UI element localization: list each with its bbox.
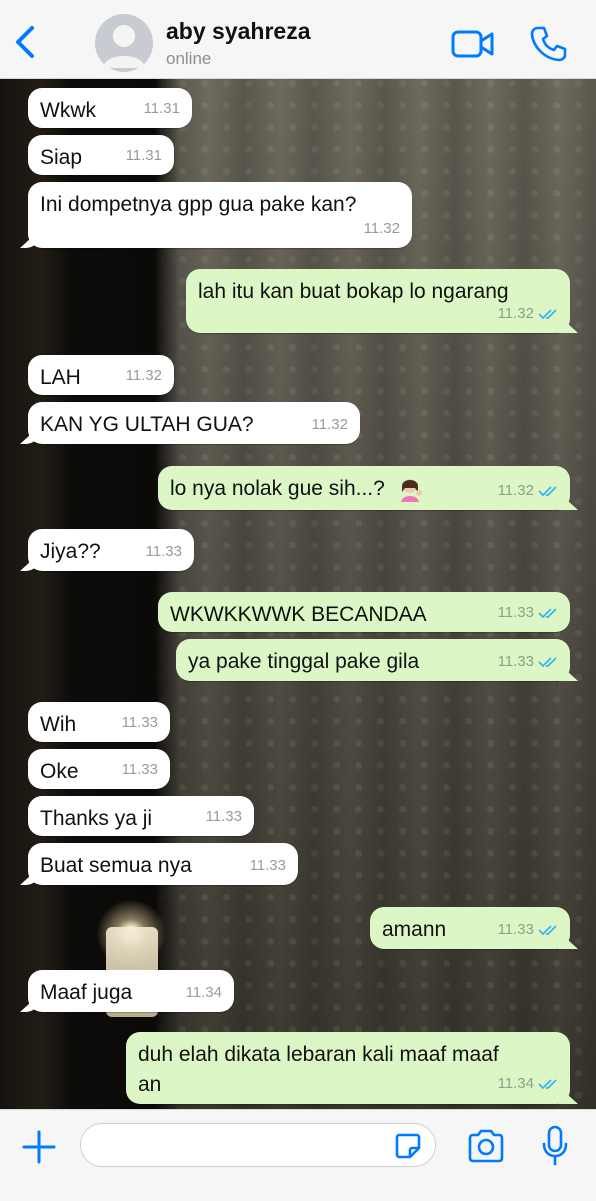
- message-text: Wkwk: [40, 99, 96, 122]
- woman-tipping-hand-emoji-icon: [400, 479, 422, 503]
- sticker-button[interactable]: [394, 1132, 422, 1160]
- message-time: 11.34: [497, 1075, 534, 1092]
- message-bubble-incoming[interactable]: LAH 11.32: [28, 355, 174, 395]
- message-time: 11.32: [497, 482, 534, 499]
- sticker-icon: [395, 1133, 421, 1159]
- avatar[interactable]: [95, 14, 153, 72]
- message-bubble-outgoing[interactable]: duh elah dikata lebaran kali maaf maaf a…: [126, 1032, 570, 1104]
- message-time: 11.33: [145, 543, 182, 560]
- message-bubble-incoming[interactable]: Thanks ya ji 11.33: [28, 796, 254, 836]
- message-bubble-incoming[interactable]: Wih 11.33: [28, 702, 170, 742]
- contact-status: online: [166, 49, 212, 68]
- message-text: ya pake tinggal pake gila: [188, 650, 420, 673]
- message-text: Wih: [40, 713, 77, 736]
- contact-name[interactable]: aby syahreza: [166, 18, 310, 45]
- message-text: Thanks ya ji: [40, 807, 153, 830]
- message-time: 11.32: [363, 220, 400, 237]
- message-time: 11.33: [249, 857, 286, 874]
- message-time: 11.33: [497, 653, 534, 670]
- chat-background: Wkwk 11.31 Siap 11.31 Ini dompetnya gpp …: [0, 79, 596, 1109]
- chevron-left-icon: [16, 26, 34, 58]
- microphone-button[interactable]: [540, 1124, 570, 1168]
- message-text: duh elah dikata lebaran kali maaf maaf a…: [138, 1043, 499, 1096]
- attach-button[interactable]: [20, 1128, 58, 1166]
- camera-button[interactable]: [466, 1128, 506, 1164]
- message-time: 11.32: [311, 416, 348, 433]
- plus-icon: [22, 1130, 56, 1164]
- message-time: 11.34: [185, 984, 222, 1001]
- message-bubble-incoming[interactable]: Jiya?? 11.33: [28, 529, 194, 571]
- message-input[interactable]: [80, 1123, 436, 1167]
- message-text: Siap: [40, 146, 83, 169]
- message-text: KAN YG ULTAH GUA?: [40, 413, 254, 436]
- message-bubble-outgoing[interactable]: WKWKKWWK BECANDAA 11.33: [158, 592, 570, 632]
- video-camera-icon: [451, 30, 494, 58]
- message-time: 11.33: [497, 604, 534, 621]
- default-avatar-icon: [103, 25, 145, 68]
- message-time: 11.33: [121, 714, 158, 731]
- read-ticks-icon: [538, 607, 557, 618]
- message-text: Oke: [40, 760, 79, 783]
- message-text: lo nya nolak gue sih...?: [170, 477, 385, 500]
- voice-call-button[interactable]: [528, 24, 568, 64]
- message-time: 11.33: [205, 808, 242, 825]
- message-bubble-incoming[interactable]: Ini dompetnya gpp gua pake kan? 11.32: [28, 182, 412, 248]
- read-ticks-icon: [538, 924, 557, 935]
- message-bubble-incoming[interactable]: Buat semua nya 11.33: [28, 843, 298, 885]
- message-bubble-incoming[interactable]: Oke 11.33: [28, 749, 170, 789]
- message-bubble-outgoing[interactable]: lo nya nolak gue sih...? 11.32: [158, 466, 570, 510]
- phone-icon: [530, 26, 567, 62]
- message-text: Jiya??: [40, 540, 101, 563]
- video-call-button[interactable]: [450, 26, 496, 62]
- read-ticks-icon: [538, 308, 557, 319]
- camera-icon: [468, 1129, 504, 1163]
- message-bubble-outgoing[interactable]: ya pake tinggal pake gila 11.33: [176, 639, 570, 681]
- back-button[interactable]: [8, 20, 44, 64]
- message-bubble-outgoing[interactable]: amann 11.33: [370, 907, 570, 949]
- read-ticks-icon: [538, 656, 557, 667]
- message-bubble-incoming[interactable]: Wkwk 11.31: [28, 88, 192, 128]
- message-text: Maaf juga: [40, 981, 133, 1004]
- message-time: 11.31: [143, 100, 180, 117]
- message-text: Buat semua nya: [40, 854, 192, 877]
- message-text: Ini dompetnya gpp gua pake kan?: [40, 193, 357, 216]
- message-bubble-incoming[interactable]: Maaf juga 11.34: [28, 970, 234, 1012]
- message-text: lah itu kan buat bokap lo ngarang: [198, 280, 509, 303]
- message-bubble-incoming[interactable]: KAN YG ULTAH GUA? 11.32: [28, 402, 360, 444]
- message-time: 11.33: [121, 761, 158, 778]
- message-time: 11.32: [125, 367, 162, 384]
- message-time: 11.32: [497, 305, 534, 322]
- message-text: LAH: [40, 366, 81, 389]
- read-ticks-icon: [538, 1079, 557, 1090]
- microphone-icon: [542, 1125, 568, 1166]
- read-ticks-icon: [538, 485, 557, 496]
- chat-header: aby syahreza online: [0, 0, 596, 79]
- message-time: 11.31: [125, 147, 162, 164]
- message-bubble-outgoing[interactable]: lah itu kan buat bokap lo ngarang 11.32: [186, 269, 570, 333]
- message-text: amann: [382, 918, 447, 941]
- message-bubble-incoming[interactable]: Siap 11.31: [28, 135, 174, 175]
- message-input-bar: [0, 1109, 596, 1201]
- message-text: WKWKKWWK BECANDAA: [170, 603, 427, 626]
- message-time: 11.33: [497, 921, 534, 938]
